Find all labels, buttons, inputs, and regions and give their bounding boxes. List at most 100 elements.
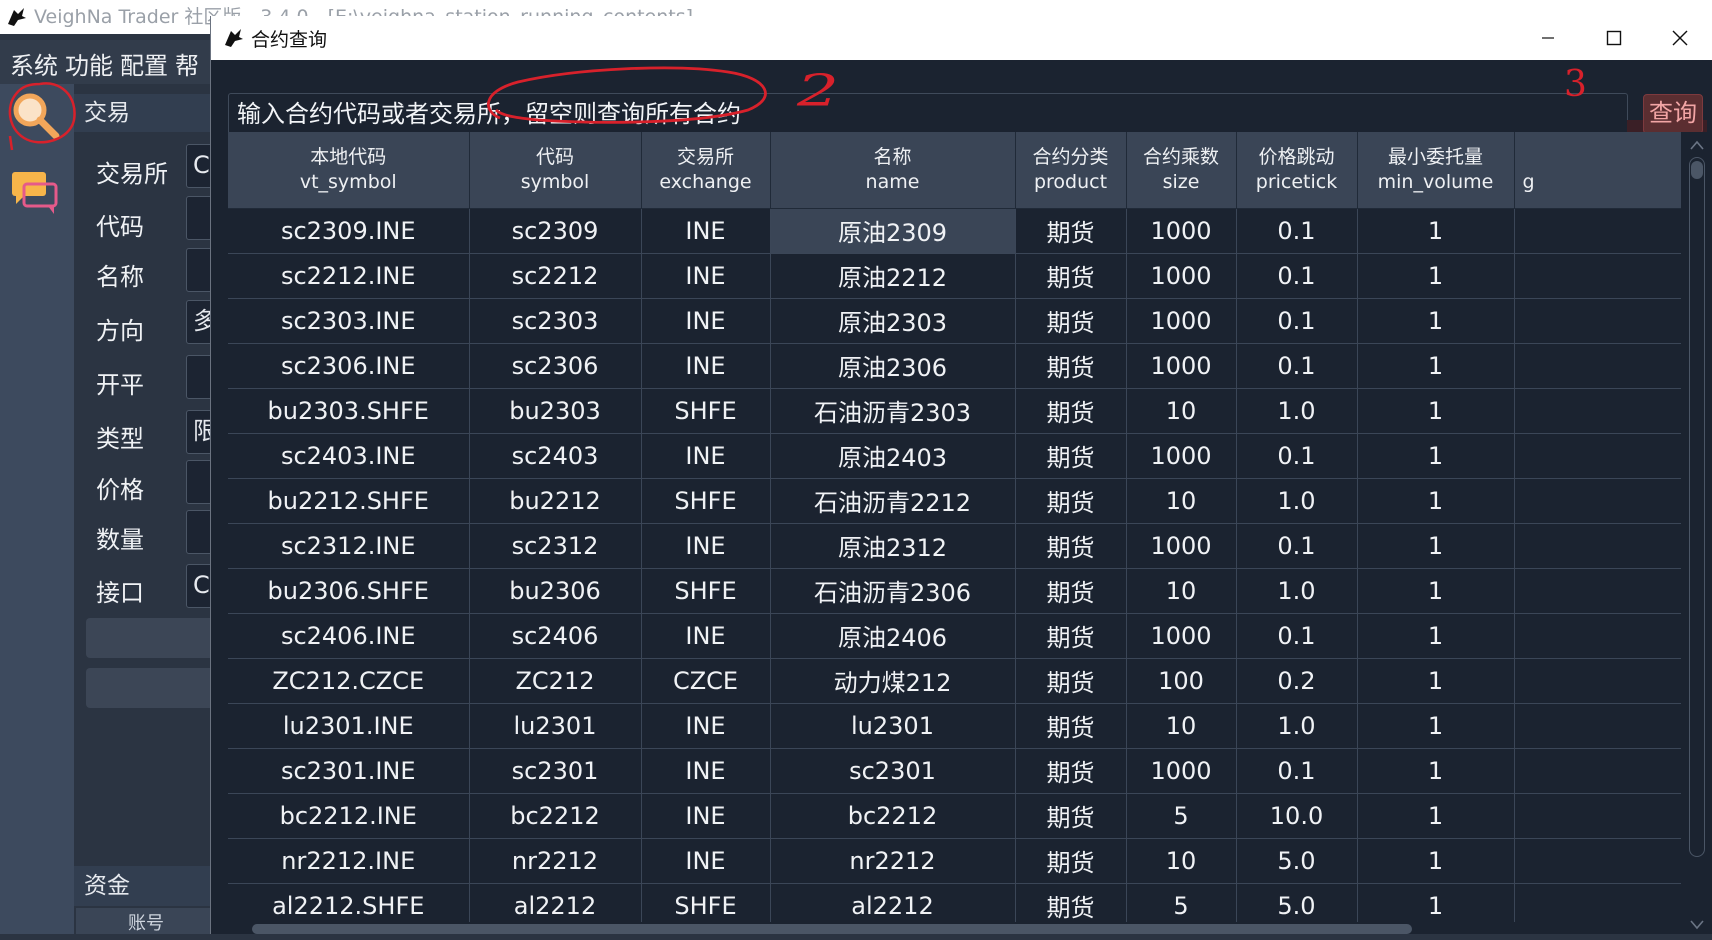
column-header[interactable]: 本地代码 vt_symbol: [228, 132, 470, 209]
table-cell[interactable]: 原油2303: [770, 298, 1016, 344]
send-order-button[interactable]: [86, 618, 226, 658]
table-cell[interactable]: 10: [1126, 703, 1237, 749]
table-cell[interactable]: sc2212.INE: [228, 253, 470, 299]
table-cell[interactable]: INE: [641, 523, 771, 569]
table-cell[interactable]: lu2301.INE: [228, 703, 470, 749]
table-cell[interactable]: 1: [1357, 523, 1515, 569]
table-row[interactable]: sc2309.INE sc2309 INE 原油2309 期货 1000 0.1 1: [228, 208, 1681, 254]
column-header[interactable]: g: [1514, 132, 1681, 209]
table-row[interactable]: sc2212.INE sc2212 INE 原油2212 期货 1000 0.1 1: [228, 253, 1681, 299]
table-cell[interactable]: 1.0: [1236, 703, 1358, 749]
table-cell[interactable]: 1: [1357, 433, 1515, 479]
table-cell[interactable]: [1514, 658, 1681, 704]
column-header[interactable]: 合约分类 product: [1015, 132, 1127, 209]
table-row[interactable]: sc2312.INE sc2312 INE 原油2312 期货 1000 0.1 1: [228, 523, 1681, 569]
table-cell[interactable]: sc2212: [469, 253, 642, 299]
table-cell[interactable]: [1514, 388, 1681, 434]
table-cell[interactable]: 期货: [1015, 208, 1127, 254]
table-cell[interactable]: INE: [641, 298, 771, 344]
table-cell[interactable]: bu2306: [469, 568, 642, 614]
table-cell[interactable]: 期货: [1015, 838, 1127, 884]
search-icon[interactable]: [8, 88, 64, 144]
table-cell[interactable]: 0.2: [1236, 658, 1358, 704]
table-cell[interactable]: 1: [1357, 613, 1515, 659]
table-cell[interactable]: ZC212.CZCE: [228, 658, 470, 704]
table-cell[interactable]: [1514, 433, 1681, 479]
table-cell[interactable]: 原油2312: [770, 523, 1016, 569]
menu-help[interactable]: 帮: [175, 46, 199, 81]
table-cell[interactable]: 1000: [1126, 613, 1237, 659]
horizontal-scroll-thumb[interactable]: [252, 924, 1412, 934]
table-row[interactable]: sc2403.INE sc2403 INE 原油2403 期货 1000 0.1 1: [228, 433, 1681, 479]
column-header[interactable]: 名称 name: [770, 132, 1016, 209]
table-cell[interactable]: 1000: [1126, 208, 1237, 254]
table-cell[interactable]: 1: [1357, 703, 1515, 749]
table-cell[interactable]: [1514, 703, 1681, 749]
table-cell[interactable]: SHFE: [641, 478, 771, 524]
table-cell[interactable]: sc2306: [469, 343, 642, 389]
table-cell[interactable]: lu2301: [770, 703, 1016, 749]
table-cell[interactable]: sc2303.INE: [228, 298, 470, 344]
table-cell[interactable]: 期货: [1015, 523, 1127, 569]
table-cell[interactable]: 10: [1126, 388, 1237, 434]
table-cell[interactable]: [1514, 478, 1681, 524]
table-cell[interactable]: SHFE: [641, 388, 771, 434]
table-cell[interactable]: INE: [641, 703, 771, 749]
column-header[interactable]: 合约乘数 size: [1126, 132, 1237, 209]
table-cell[interactable]: 1: [1357, 658, 1515, 704]
table-cell[interactable]: sc2403.INE: [228, 433, 470, 479]
table-cell[interactable]: sc2406: [469, 613, 642, 659]
table-cell[interactable]: 1: [1357, 388, 1515, 434]
table-cell[interactable]: 期货: [1015, 703, 1127, 749]
horizontal-scrollbar[interactable]: [228, 922, 1681, 934]
table-cell[interactable]: 期货: [1015, 568, 1127, 614]
maximize-button[interactable]: [1581, 16, 1647, 60]
table-cell[interactable]: 1.0: [1236, 478, 1358, 524]
table-cell[interactable]: 1000: [1126, 253, 1237, 299]
scroll-down-icon[interactable]: [1690, 920, 1704, 930]
table-cell[interactable]: 原油2212: [770, 253, 1016, 299]
table-cell[interactable]: 1000: [1126, 433, 1237, 479]
table-cell[interactable]: bc2212.INE: [228, 793, 470, 839]
table-cell[interactable]: 0.1: [1236, 433, 1358, 479]
table-cell[interactable]: [1514, 343, 1681, 389]
table-row[interactable]: lu2301.INE lu2301 INE lu2301 期货 10 1.0 1: [228, 703, 1681, 749]
table-cell[interactable]: 动力煤212: [770, 658, 1016, 704]
table-cell[interactable]: 1000: [1126, 343, 1237, 389]
table-cell[interactable]: SHFE: [641, 568, 771, 614]
table-cell[interactable]: INE: [641, 613, 771, 659]
table-cell[interactable]: 期货: [1015, 433, 1127, 479]
table-cell[interactable]: 期货: [1015, 613, 1127, 659]
table-cell[interactable]: 100: [1126, 658, 1237, 704]
table-cell[interactable]: [1514, 298, 1681, 344]
table-cell[interactable]: 5.0: [1236, 838, 1358, 884]
chat-icon[interactable]: [8, 170, 60, 218]
scroll-thumb[interactable]: [1691, 161, 1703, 179]
table-cell[interactable]: bu2303.SHFE: [228, 388, 470, 434]
table-cell[interactable]: sc2406.INE: [228, 613, 470, 659]
table-cell[interactable]: [1514, 613, 1681, 659]
table-cell[interactable]: 期货: [1015, 478, 1127, 524]
table-cell[interactable]: [1514, 208, 1681, 254]
table-cell[interactable]: [1514, 523, 1681, 569]
table-cell[interactable]: 1: [1357, 838, 1515, 884]
table-row[interactable]: sc2406.INE sc2406 INE 原油2406 期货 1000 0.1 1: [228, 613, 1681, 659]
vertical-scrollbar[interactable]: [1681, 132, 1712, 934]
table-cell[interactable]: 石油沥青2303: [770, 388, 1016, 434]
menu-function[interactable]: 功能: [65, 46, 113, 81]
table-cell[interactable]: sc2312: [469, 523, 642, 569]
table-cell[interactable]: INE: [641, 343, 771, 389]
table-cell[interactable]: 1: [1357, 208, 1515, 254]
table-cell[interactable]: 10.0: [1236, 793, 1358, 839]
table-cell[interactable]: 原油2406: [770, 613, 1016, 659]
search-input[interactable]: [228, 93, 1628, 135]
table-cell[interactable]: 1: [1357, 298, 1515, 344]
table-row[interactable]: bu2306.SHFE bu2306 SHFE 石油沥青2306 期货 10 1.0 1: [228, 568, 1681, 614]
table-cell[interactable]: 期货: [1015, 343, 1127, 389]
table-cell[interactable]: sc2403: [469, 433, 642, 479]
table-cell[interactable]: bc2212: [469, 793, 642, 839]
table-cell[interactable]: INE: [641, 433, 771, 479]
table-cell[interactable]: 1: [1357, 343, 1515, 389]
table-cell[interactable]: sc2312.INE: [228, 523, 470, 569]
table-cell[interactable]: 1: [1357, 793, 1515, 839]
